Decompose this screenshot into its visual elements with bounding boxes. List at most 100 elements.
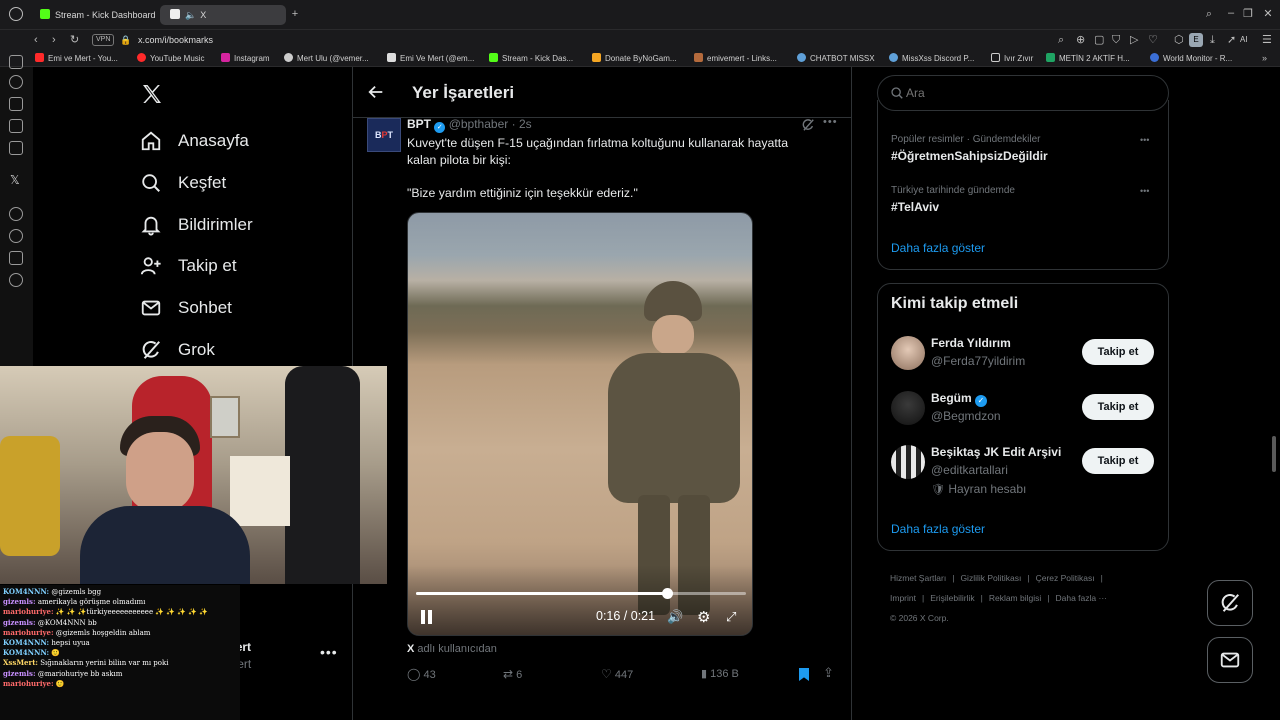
trend-item[interactable]: Türkiye tarihinde gündemde #TelAviv •••: [878, 179, 1168, 223]
settings-icon[interactable]: ⚙: [697, 608, 710, 626]
video-scrubber-handle[interactable]: [661, 588, 673, 599]
author-avatar[interactable]: BPT: [367, 118, 401, 152]
nav-follow[interactable]: Takip et: [140, 248, 237, 284]
tweet-time[interactable]: 2s: [519, 117, 532, 131]
footer-link[interactable]: Daha fazla ···: [1055, 593, 1107, 603]
follow-button[interactable]: Takip et: [1082, 339, 1154, 365]
reading-list-icon[interactable]: [9, 97, 23, 111]
footer-link[interactable]: Çerez Politikası: [1036, 573, 1095, 583]
more-icon[interactable]: •••: [1140, 186, 1149, 196]
share-icon[interactable]: ➚: [1227, 30, 1236, 50]
footer-link[interactable]: Reklam bilgisi: [989, 593, 1041, 603]
show-more-link[interactable]: Daha fazla göster: [891, 522, 985, 536]
bookmark-item[interactable]: Mert Ulu (@vemer...: [284, 50, 369, 67]
nav-grok[interactable]: Grok: [140, 332, 215, 368]
bookmark-item[interactable]: Emi ve Mert - You...: [35, 50, 118, 67]
more-icon[interactable]: •••: [320, 644, 338, 660]
nav-home[interactable]: Anasayfa: [140, 123, 249, 159]
show-more-link[interactable]: Daha fazla göster: [891, 241, 985, 255]
speaker-icon[interactable]: 🔈: [185, 10, 196, 20]
grok-floating-button[interactable]: [1207, 580, 1253, 626]
user-name[interactable]: Begüm: [931, 391, 972, 405]
snapshot-icon[interactable]: ▢: [1094, 30, 1104, 50]
x-panel-icon[interactable]: 𝕏: [10, 173, 20, 187]
close-window-icon[interactable]: ✕: [1262, 7, 1274, 20]
bookmark-item[interactable]: emivemert - Links...: [694, 50, 777, 67]
back-arrow-icon[interactable]: [367, 83, 385, 101]
whatsapp-icon[interactable]: [9, 207, 23, 221]
video-progress-track[interactable]: [416, 588, 746, 599]
forward-icon[interactable]: ›: [52, 30, 56, 50]
tweet[interactable]: BPT BPT ✓ @bpthaber · 2s ••• Kuveyt'te d…: [353, 116, 851, 720]
follow-button[interactable]: Takip et: [1082, 394, 1154, 420]
avatar[interactable]: [891, 336, 925, 370]
bookmark-folder[interactable]: Ivır Zıvır: [991, 50, 1033, 67]
messages-floating-button[interactable]: [1207, 637, 1253, 683]
extension-panel-icon[interactable]: [9, 251, 23, 265]
bookmark-item[interactable]: Donate ByNoGam...: [592, 50, 677, 67]
bookmark-item[interactable]: Instagram: [221, 50, 270, 67]
new-tab-icon[interactable]: +: [289, 8, 301, 20]
heart-icon[interactable]: ♡: [1148, 30, 1158, 50]
reply-button[interactable]: ◯ 43: [407, 667, 436, 681]
wallet-icon[interactable]: [9, 55, 23, 69]
nav-messages[interactable]: Sohbet: [140, 290, 232, 326]
bookmark-item[interactable]: YouTube Music: [137, 50, 205, 67]
footer-link[interactable]: Hizmet Şartları: [890, 573, 946, 583]
minimize-icon[interactable]: –: [1225, 7, 1237, 19]
history-icon[interactable]: [9, 75, 23, 89]
avatar[interactable]: [891, 391, 925, 425]
bookmark-item[interactable]: METİN 2 AKTİF H...: [1046, 50, 1130, 67]
reload-icon[interactable]: ↻: [70, 30, 79, 50]
nav-explore[interactable]: Keşfet: [140, 165, 226, 201]
url-field[interactable]: x.com/i/bookmarks: [138, 30, 213, 50]
notes-icon[interactable]: [9, 119, 23, 133]
x-logo-icon[interactable]: [140, 82, 164, 106]
like-button[interactable]: ♡ 447: [601, 667, 633, 681]
extensions-icon[interactable]: ⬡: [1174, 30, 1184, 50]
pause-icon[interactable]: [421, 610, 433, 624]
menu-icon[interactable]: ☰: [1262, 30, 1272, 50]
volume-icon[interactable]: 🔊: [667, 609, 683, 625]
bookmark-item[interactable]: CHATBOT MISSX: [797, 50, 875, 67]
mail-icon[interactable]: [9, 141, 23, 155]
play-icon[interactable]: ▷: [1130, 30, 1138, 50]
search-tabs-icon[interactable]: ⌕: [1203, 8, 1215, 21]
footer-link[interactable]: Gizlilik Politikası: [960, 573, 1021, 583]
tab-x[interactable]: 🔈 X: [160, 5, 286, 25]
author-name[interactable]: BPT: [407, 117, 431, 131]
avatar[interactable]: [891, 445, 925, 479]
source-note[interactable]: adlı kullanıcıdan: [417, 643, 497, 655]
settings-icon[interactable]: [9, 273, 23, 287]
user-name[interactable]: Beşiktaş JK Edit Arşivi: [931, 445, 1061, 459]
author-handle[interactable]: @bpthaber: [449, 117, 509, 131]
follow-button[interactable]: Takip et: [1082, 448, 1154, 474]
nav-notifications[interactable]: Bildirimler: [140, 207, 253, 243]
tab-kick-dashboard[interactable]: Stream - Kick Dashboard: [30, 5, 155, 25]
ai-button[interactable]: AI: [1240, 30, 1248, 50]
shield-icon[interactable]: ⛉: [1112, 30, 1120, 50]
bookmark-icon[interactable]: [799, 668, 809, 681]
pin-icon[interactable]: ⊕: [1076, 30, 1085, 50]
grok-icon[interactable]: [801, 118, 815, 132]
more-icon[interactable]: •••: [1140, 135, 1149, 145]
footer-link[interactable]: Imprint: [890, 593, 916, 603]
user-row[interactable]: Begüm ✓ @Begmdzon Takip et: [878, 387, 1168, 431]
vpn-badge[interactable]: VPN: [92, 34, 115, 46]
back-icon[interactable]: ‹: [34, 30, 38, 50]
user-row[interactable]: Ferda Yıldırım @Ferda77yildirim Takip et: [878, 332, 1168, 376]
profile-extension-icon[interactable]: E: [1189, 33, 1203, 47]
repost-button[interactable]: ⇄ 6: [503, 667, 522, 681]
page-scrollbar[interactable]: [1272, 436, 1276, 472]
user-name[interactable]: Ferda Yıldırım: [931, 336, 1011, 350]
maximize-icon[interactable]: ❐: [1242, 7, 1254, 20]
download-icon[interactable]: ⤓: [1210, 30, 1215, 50]
fullscreen-icon[interactable]: ⤢: [726, 609, 736, 625]
views-button[interactable]: ▮ 136 B: [701, 667, 739, 680]
more-icon[interactable]: •••: [823, 116, 838, 128]
video-player[interactable]: 0:16 / 0:21 🔊 ⚙ ⤢: [407, 212, 753, 636]
bookmark-item[interactable]: MissXss Discord P...: [889, 50, 974, 67]
share-icon[interactable]: ⇪: [823, 665, 834, 681]
zoom-icon[interactable]: ⌕: [1058, 30, 1064, 50]
bookmark-item[interactable]: Emi Ve Mert (@em...: [387, 50, 474, 67]
